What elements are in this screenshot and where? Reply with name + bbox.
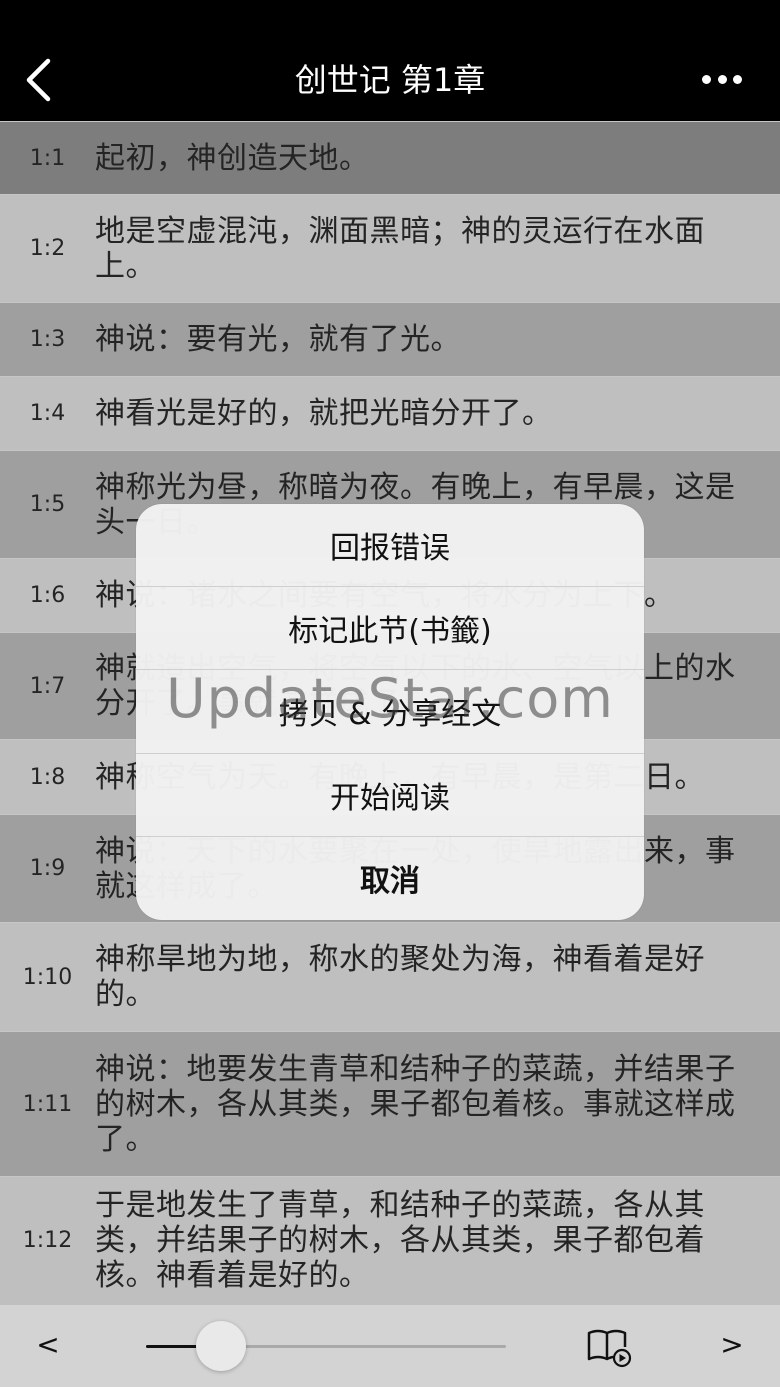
ellipsis-icon-dot <box>733 74 742 84</box>
prev-chapter-button[interactable]: < <box>28 1325 68 1365</box>
action-sheet: 回报错误 标记此节(书籤) 拷贝 & 分享经文 开始阅读 取消 <box>136 504 644 920</box>
copy-share-button[interactable]: 拷贝 & 分享经文 <box>136 670 644 754</box>
ellipsis-icon <box>702 74 711 84</box>
chapter-slider[interactable] <box>146 1321 506 1371</box>
ellipsis-icon-dot <box>717 74 727 84</box>
nav-bar: 创世记 第1章 <box>0 0 780 121</box>
more-button[interactable] <box>702 64 742 94</box>
next-chapter-button[interactable]: > <box>712 1325 752 1365</box>
page-title: 创世记 第1章 <box>294 61 486 99</box>
back-button[interactable] <box>18 50 58 110</box>
cancel-button[interactable]: 取消 <box>136 837 644 920</box>
bookmark-verse-button[interactable]: 标记此节(书籤) <box>136 587 644 671</box>
chevron-left-icon <box>26 58 51 102</box>
read-aloud-button[interactable] <box>584 1325 634 1369</box>
report-error-button[interactable]: 回报错误 <box>136 504 644 588</box>
slider-thumb[interactable] <box>195 1321 246 1371</box>
book-play-icon <box>587 1329 632 1368</box>
start-reading-button[interactable]: 开始阅读 <box>136 754 644 837</box>
bottom-toolbar: < > <box>0 1304 780 1387</box>
